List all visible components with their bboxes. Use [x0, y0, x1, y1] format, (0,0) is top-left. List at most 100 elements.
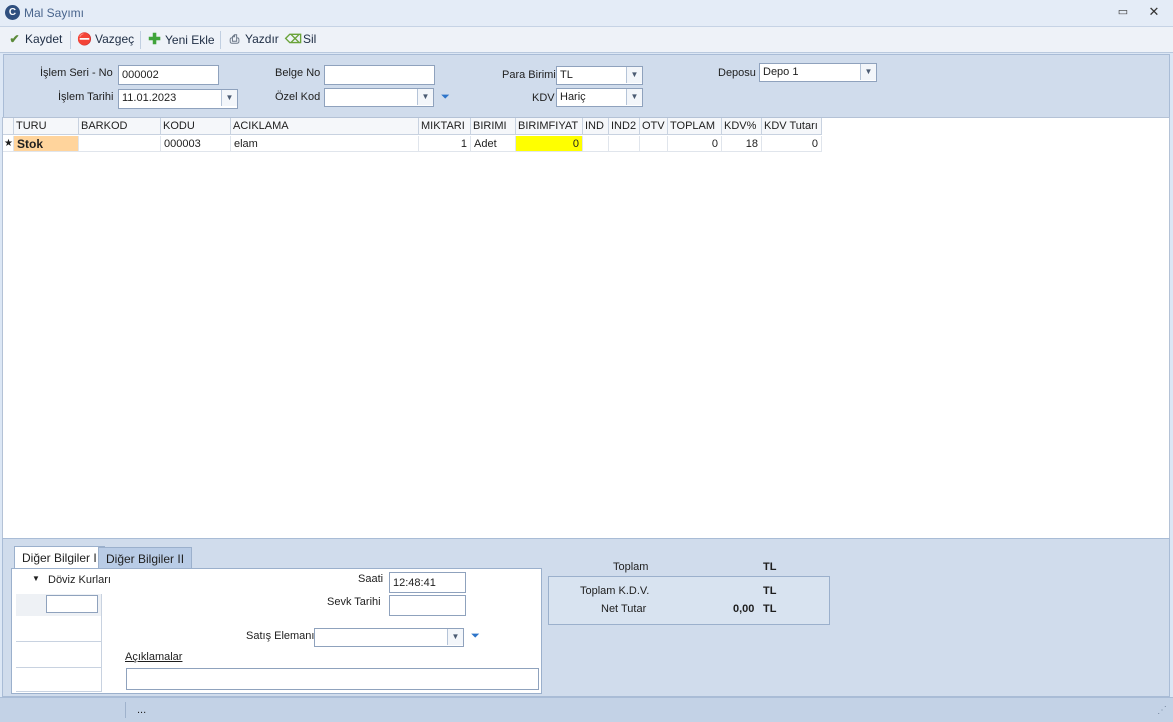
table-cell-ind[interactable]	[583, 136, 609, 152]
net-tutar-label: Net Tutar	[601, 603, 647, 615]
column-header[interactable]: TURU	[14, 118, 79, 135]
kaydet-button[interactable]: ✔ Kaydet	[7, 31, 62, 48]
toolbar-separator	[140, 31, 141, 49]
bottom-panel: Diğer Bilgiler I Diğer Bilgiler II ▼ Döv…	[2, 538, 1170, 697]
new-row-star-icon: ★	[3, 136, 14, 152]
column-header[interactable]: ACIKLAMA	[231, 118, 419, 135]
column-header[interactable]: OTV	[640, 118, 668, 135]
app-logo-icon: C	[5, 5, 20, 20]
doviz-kurlari-label: Döviz Kurları	[48, 574, 111, 586]
net-tutar-currency: TL	[763, 603, 777, 615]
column-header[interactable]: MIKTARI	[419, 118, 471, 135]
window-title: Mal Sayımı	[24, 6, 85, 20]
resize-grip-icon[interactable]: ⋰	[1157, 705, 1167, 716]
satis-elemani-combo[interactable]: ▼	[314, 628, 464, 647]
table-cell-kdv-tutari[interactable]: 0	[762, 136, 822, 152]
yeni-ekle-button[interactable]: ✚ Yeni Ekle	[147, 31, 214, 48]
belge-no-label: Belge No	[275, 67, 321, 79]
items-grid[interactable]: TURU BARKOD KODU ACIKLAMA MIKTARI BIRIMI…	[2, 117, 1170, 539]
column-header[interactable]: TOPLAM	[668, 118, 722, 135]
ozel-kod-label: Özel Kod	[275, 91, 321, 103]
sevk-tarihi-label: Sevk Tarihi	[327, 596, 381, 608]
checkmark-icon: ✔	[9, 32, 20, 46]
islem-seri-no-input[interactable]: 000002	[118, 65, 219, 85]
toplam-currency: TL	[763, 561, 777, 573]
yazdir-button[interactable]: ⎙ Yazdır	[227, 31, 279, 48]
islem-tarihi-label: İşlem Tarihi	[58, 91, 114, 103]
printer-icon: ⎙	[229, 32, 240, 46]
close-window-button[interactable]: ✕	[1147, 5, 1161, 19]
chevron-down-icon[interactable]: ▼	[626, 89, 642, 105]
column-header[interactable]: KODU	[161, 118, 231, 135]
belge-no-input[interactable]	[324, 65, 435, 85]
table-cell-miktari[interactable]: 1	[419, 136, 471, 152]
status-bar: ... ⋰	[0, 697, 1173, 722]
column-header[interactable]: IND2	[609, 118, 640, 135]
table-cell-ind2[interactable]	[609, 136, 640, 152]
table-cell-birimfiyat[interactable]: 0	[516, 136, 583, 152]
doviz-kuru-input[interactable]	[46, 595, 98, 613]
islem-seri-no-label: İşlem Seri - No	[40, 67, 113, 79]
table-cell-otv[interactable]	[640, 136, 668, 152]
table-cell-kdv-pct[interactable]: 18	[722, 136, 762, 152]
column-header[interactable]: BIRIMI	[471, 118, 516, 135]
net-tutar-value: 0,00	[733, 603, 755, 615]
column-header[interactable]: KDV Tutarı	[762, 118, 822, 135]
kdv-combo[interactable]: Hariç ▼	[556, 88, 643, 107]
plus-icon: ✚	[148, 31, 161, 48]
chevron-down-icon[interactable]: ▼	[417, 89, 433, 105]
chevron-down-icon[interactable]: ▼	[860, 64, 876, 80]
chevron-down-icon[interactable]: ▼	[221, 90, 237, 106]
column-header[interactable]: IND	[583, 118, 609, 135]
list-divider	[16, 667, 101, 668]
doviz-kurlari-list[interactable]	[16, 594, 102, 692]
saati-label: Saati	[358, 573, 384, 585]
vazgec-button[interactable]: ⛔ Vazgeç	[77, 31, 134, 48]
sil-button[interactable]: ⌫Sil	[285, 31, 316, 48]
chevron-down-icon[interactable]: ▼	[447, 629, 463, 645]
sevk-tarihi-input[interactable]	[389, 595, 466, 616]
toplam-label: Toplam	[613, 561, 649, 573]
table-cell-barkod[interactable]	[79, 136, 161, 152]
status-divider	[125, 702, 126, 718]
filter-icon[interactable]: ⏷	[441, 91, 450, 104]
title-bar	[0, 0, 1173, 27]
ozel-kod-combo[interactable]: ▼	[324, 88, 434, 107]
deposu-combo[interactable]: Depo 1 ▼	[759, 63, 877, 82]
table-cell-aciklama[interactable]: elam	[231, 136, 419, 152]
restore-window-button[interactable]: ▭	[1117, 6, 1129, 18]
list-divider	[16, 691, 101, 692]
chevron-down-icon[interactable]: ▼	[32, 574, 40, 583]
deposu-label: Deposu	[718, 67, 756, 79]
delete-icon: ⌫	[285, 32, 302, 46]
table-cell-birimi[interactable]: Adet	[471, 136, 516, 152]
toolbar-separator	[220, 31, 221, 49]
toplam-kdv-currency: TL	[763, 585, 777, 597]
para-birimi-combo[interactable]: TL ▼	[556, 66, 643, 85]
satis-elemani-label: Satış Elemanı	[246, 630, 315, 642]
kdv-label: KDV	[532, 92, 555, 104]
tab-panel: ▼ Döviz Kurları Saati 12:48:41 Sevk Tari…	[11, 568, 542, 694]
totals-box: Toplam K.D.V. TL Net Tutar 0,00 TL	[548, 576, 830, 625]
list-divider	[16, 641, 101, 642]
chevron-down-icon[interactable]: ▼	[626, 67, 642, 83]
tab-diger-bilgiler-2[interactable]: Diğer Bilgiler II	[98, 547, 193, 569]
column-header[interactable]: KDV%	[722, 118, 762, 135]
saati-input[interactable]: 12:48:41	[389, 572, 466, 593]
aciklamalar-input[interactable]	[126, 668, 539, 690]
toolbar-separator	[70, 31, 71, 49]
islem-tarihi-date-picker[interactable]: 11.01.2023 ▼	[118, 89, 238, 109]
row-indicator-header	[3, 118, 14, 135]
filter-icon[interactable]: ⏷	[471, 630, 480, 643]
aciklamalar-label: Açıklamalar	[125, 651, 183, 663]
para-birimi-label: Para Birimi	[502, 69, 556, 81]
column-header[interactable]: BIRIMFIYAT	[516, 118, 583, 135]
table-cell-toplam[interactable]: 0	[668, 136, 722, 152]
table-cell-kodu[interactable]: 000003	[161, 136, 231, 152]
table-cell-turu[interactable]: Stok	[14, 136, 79, 152]
status-text: ...	[137, 704, 147, 716]
column-header[interactable]: BARKOD	[79, 118, 161, 135]
cancel-icon: ⛔	[77, 32, 92, 46]
tab-diger-bilgiler-1[interactable]: Diğer Bilgiler I	[14, 546, 105, 569]
toplam-kdv-label: Toplam K.D.V.	[580, 585, 650, 597]
